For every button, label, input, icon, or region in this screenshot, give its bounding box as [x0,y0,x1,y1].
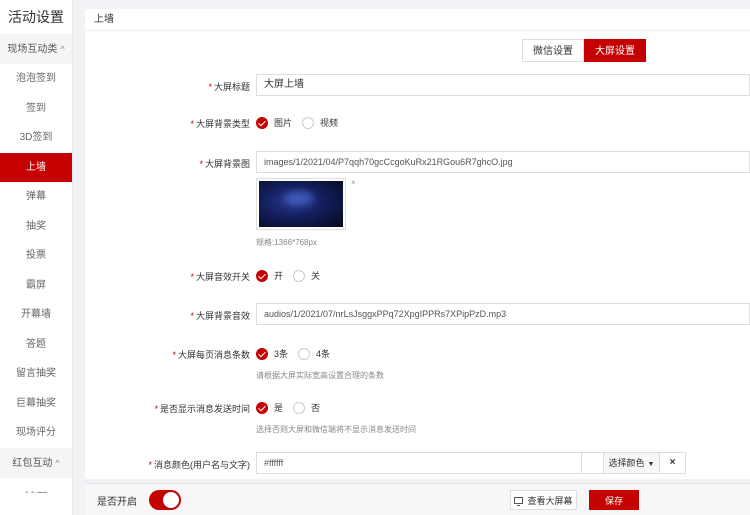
bg-image-preview [259,181,343,227]
show-time-hint: 选择否则大屏和微信端将不显示消息发送时间 [256,425,416,434]
radio-checked-icon [256,401,268,414]
view-big-screen-button[interactable]: 查看大屏幕 [510,490,577,510]
chevron-up-icon: ^ [60,44,65,54]
bg-image-path-input[interactable]: images/1/2021/04/P7qqh70gcCcgoKuRx21RGou… [256,151,750,173]
sidebar-item-lottery[interactable]: 抽奖 [0,212,72,242]
msg-color-input[interactable]: #ffffff [256,452,582,474]
bg-type-radio-group: 图片 视频 [256,116,348,129]
sound-switch-radio-group: 开 关 [256,269,330,282]
sidebar-item-danmaku[interactable]: 弹幕 [0,182,72,212]
msg-count-hint: 请根据大屏实际宽高设置合理的条数 [256,371,384,380]
color-swatch[interactable] [582,452,604,474]
bottom-bar: 是否开启 查看大屏幕 保存 [85,483,750,515]
field-label: * 大屏背景类型 [190,119,250,129]
chevron-up-icon: ^ [55,457,60,468]
sidebar-item-screen-takeover[interactable]: 霸屏 [0,271,72,301]
field-label: * 大屏背景图 [199,159,250,169]
settings-tabs: 微信设置 大屏设置 [522,39,646,62]
radio-unchecked-icon [302,116,315,129]
tab-wechat-settings[interactable]: 微信设置 [522,39,584,62]
screen-title-input[interactable]: 大屏上墙 [256,74,750,96]
radio-checked-icon [256,116,268,129]
clear-color-icon[interactable]: × [660,452,686,474]
radio-video[interactable]: 视频 [302,116,338,129]
save-button[interactable]: 保存 [589,490,639,510]
sidebar-item-checkin[interactable]: 签到 [0,94,72,124]
pick-color-button[interactable]: 选择颜色 ▼ [604,452,660,474]
sidebar-item-truncated[interactable]: - - — [0,478,72,508]
radio-on[interactable]: 开 [256,269,283,282]
radio-off[interactable]: 关 [293,269,320,282]
radio-unchecked-icon [293,401,306,414]
bg-image-thumbnail[interactable] [256,178,346,230]
sidebar-group-live-interaction[interactable]: 现场互动类 ^ [0,34,72,64]
radio-unchecked-icon [293,269,306,282]
radio-yes[interactable]: 是 [256,401,283,414]
monitor-icon [514,496,524,506]
enable-toggle[interactable] [149,490,181,510]
sidebar-item-message-lottery[interactable]: 留言抽奖 [0,359,72,389]
radio-4-items[interactable]: 4条 [298,347,330,360]
sidebar-item-opening-wall[interactable]: 开幕墙 [0,300,72,330]
field-label: * 是否显示消息发送时间 [154,404,250,414]
msg-color-picker: #ffffff 选择颜色 ▼ × [256,452,750,474]
sidebar-item-wall[interactable]: 上墙 [0,152,72,182]
tab-screen-settings[interactable]: 大屏设置 [584,39,646,62]
sidebar-group-red-packet[interactable]: 红包互动 ^ [0,447,72,478]
radio-checked-icon [256,347,268,360]
bg-sound-path-input[interactable]: audios/1/2021/07/nrLsJsggxPPq72XpgIPPRs7… [256,303,750,325]
remove-image-icon[interactable]: × [351,178,356,187]
field-label: * 消息颜色(用户名与文字) [148,460,250,470]
msg-count-radio-group: 3条 4条 [256,347,340,360]
caret-down-icon: ▼ [647,461,655,468]
sidebar-title: 活动设置 [8,9,64,25]
sidebar: 活动设置 现场互动类 ^ 泡泡签到 签到 3D签到 上墙 弹幕 抽奖 投票 霸屏 … [0,0,73,515]
field-label: * 大屏标题 [208,82,250,92]
sidebar-item-3d-checkin[interactable]: 3D签到 [0,123,72,153]
sidebar-item-bubble-checkin[interactable]: 泡泡签到 [0,64,72,94]
radio-unchecked-icon [298,347,311,360]
show-time-radio-group: 是 否 [256,401,330,414]
radio-3-items[interactable]: 3条 [256,347,288,360]
sidebar-item-vote[interactable]: 投票 [0,241,72,271]
sidebar-item-giant-lottery[interactable]: 巨幕抽奖 [0,389,72,419]
sidebar-item-live-rating[interactable]: 现场评分 [0,418,72,448]
sidebar-item-quiz[interactable]: 答题 [0,330,72,360]
bg-image-spec-hint: 规格:1366*768px [256,238,317,247]
field-label: * 大屏每页消息条数 [172,350,250,360]
radio-image[interactable]: 图片 [256,116,292,129]
main-panel: 上墙 微信设置 大屏设置 * 大屏标题 大屏上墙 * 大屏背景类型 图片 视频 * 大… [85,9,750,479]
sidebar-group-label: 红包互动 [12,457,53,469]
enable-label: 是否开启 [97,497,137,508]
sidebar-group-label: 现场互动类 [7,44,58,55]
field-label: * 大屏背景音效 [190,311,250,321]
field-label: * 大屏音效开关 [190,272,250,282]
radio-checked-icon [256,269,268,282]
radio-no[interactable]: 否 [293,401,320,414]
page-title: 上墙 [85,9,750,31]
